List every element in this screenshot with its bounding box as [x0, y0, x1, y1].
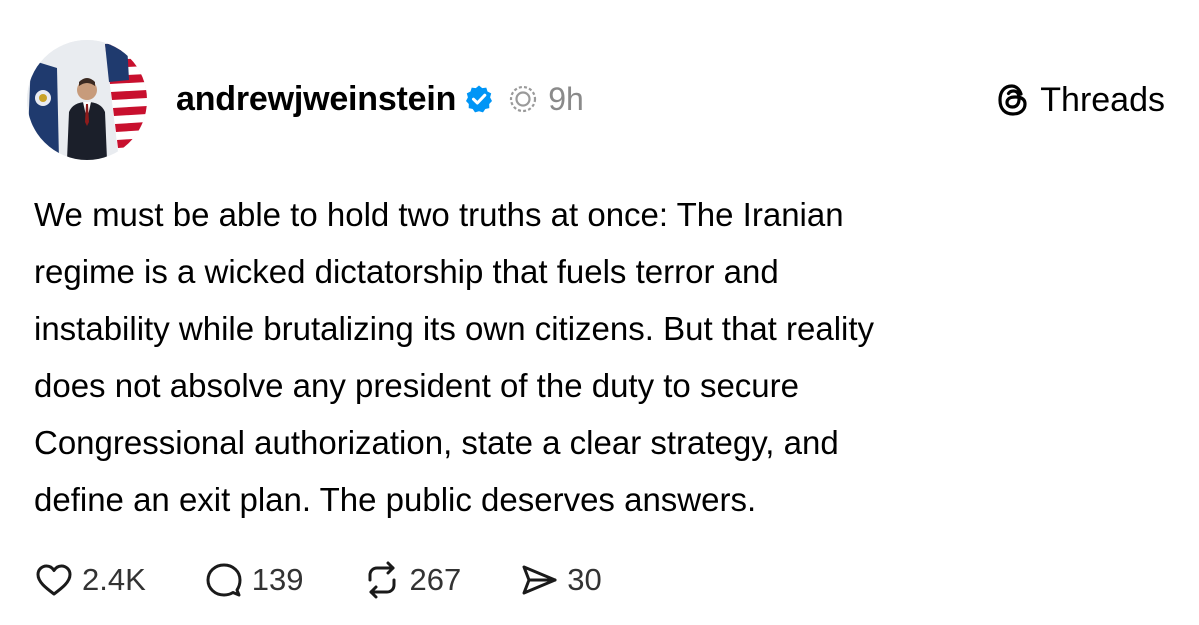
post-text-line: define an exit plan. The public deserves…: [34, 481, 757, 518]
avatar[interactable]: [27, 40, 147, 160]
threads-logo-icon: [994, 81, 1032, 119]
heart-icon: [34, 560, 74, 600]
reply-button[interactable]: 139: [204, 560, 304, 600]
like-count: 2.4K: [82, 562, 146, 597]
comment-icon: [204, 560, 244, 600]
share-button[interactable]: 30: [519, 560, 602, 600]
threads-brand-label: Threads: [1040, 80, 1165, 119]
like-button[interactable]: 2.4K: [34, 560, 146, 600]
post-text-line: instability while brutalizing its own ci…: [34, 310, 875, 347]
post-time: 9h: [548, 80, 584, 117]
post-actions: 2.4K 139 267 30: [34, 555, 660, 605]
threads-ring-icon: [508, 84, 538, 114]
share-count: 30: [567, 562, 602, 597]
post-header: andrewjweinstein 9h: [176, 74, 584, 124]
post-text-line: does not absolve any president of the du…: [34, 367, 799, 404]
avatar-image: [27, 40, 147, 160]
repost-button[interactable]: 267: [362, 560, 462, 600]
post-text-line: We must be able to hold two truths at on…: [34, 196, 844, 233]
repost-count: 267: [409, 562, 462, 597]
post-text-line: Congressional authorization, state a cle…: [34, 424, 839, 461]
username-link[interactable]: andrewjweinstein: [176, 80, 456, 119]
post-text-line: regime is a wicked dictatorship that fue…: [34, 253, 779, 290]
post-body: We must be able to hold two truths at on…: [34, 186, 1164, 528]
repost-icon: [362, 560, 402, 600]
threads-brand: Threads: [994, 76, 1165, 124]
send-icon: [519, 560, 559, 600]
reply-count: 139: [251, 562, 304, 597]
verified-badge-icon: [464, 84, 494, 114]
